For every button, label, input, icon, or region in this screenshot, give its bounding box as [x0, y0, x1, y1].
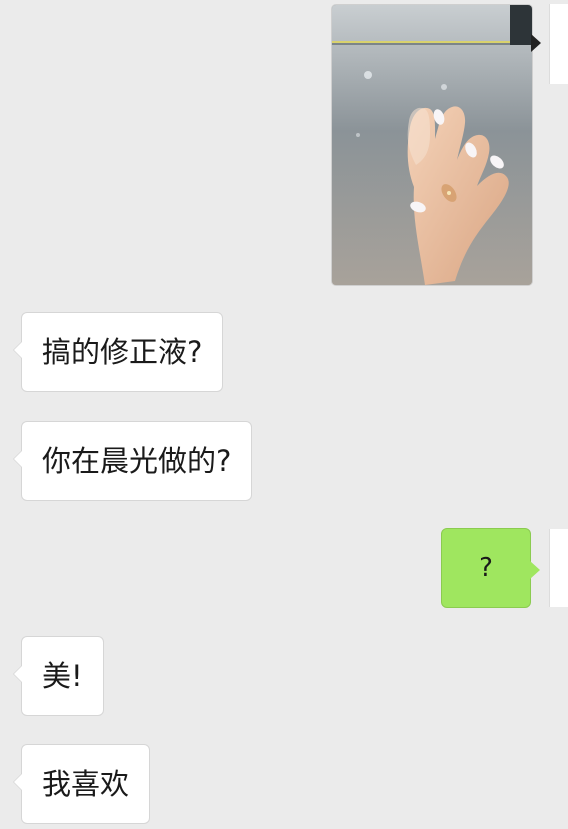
incoming-message-bubble[interactable]: 美! [13, 636, 104, 716]
message-text: 我喜欢 [42, 766, 130, 801]
avatar-strip-top[interactable] [549, 4, 568, 84]
manicure-photo-icon [332, 5, 532, 285]
message-text: 你在晨光做的? [42, 443, 232, 478]
chat-conversation: 搞的修正液? 你在晨光做的? ? 美! 我喜欢 [0, 0, 568, 829]
message-text: 搞的修正液? [42, 334, 203, 369]
message-text: ? [479, 553, 493, 583]
photo-arrow-icon [531, 34, 541, 52]
avatar-strip-middle[interactable] [549, 529, 568, 607]
incoming-message-bubble[interactable]: 搞的修正液? [12, 312, 224, 392]
incoming-message-bubble[interactable]: 你在晨光做的? [12, 421, 253, 501]
outgoing-message-bubble[interactable]: ? [441, 528, 540, 608]
incoming-message-bubble[interactable]: 我喜欢 [12, 744, 151, 824]
message-text: 美! [42, 658, 83, 693]
photo-message[interactable] [331, 4, 533, 286]
